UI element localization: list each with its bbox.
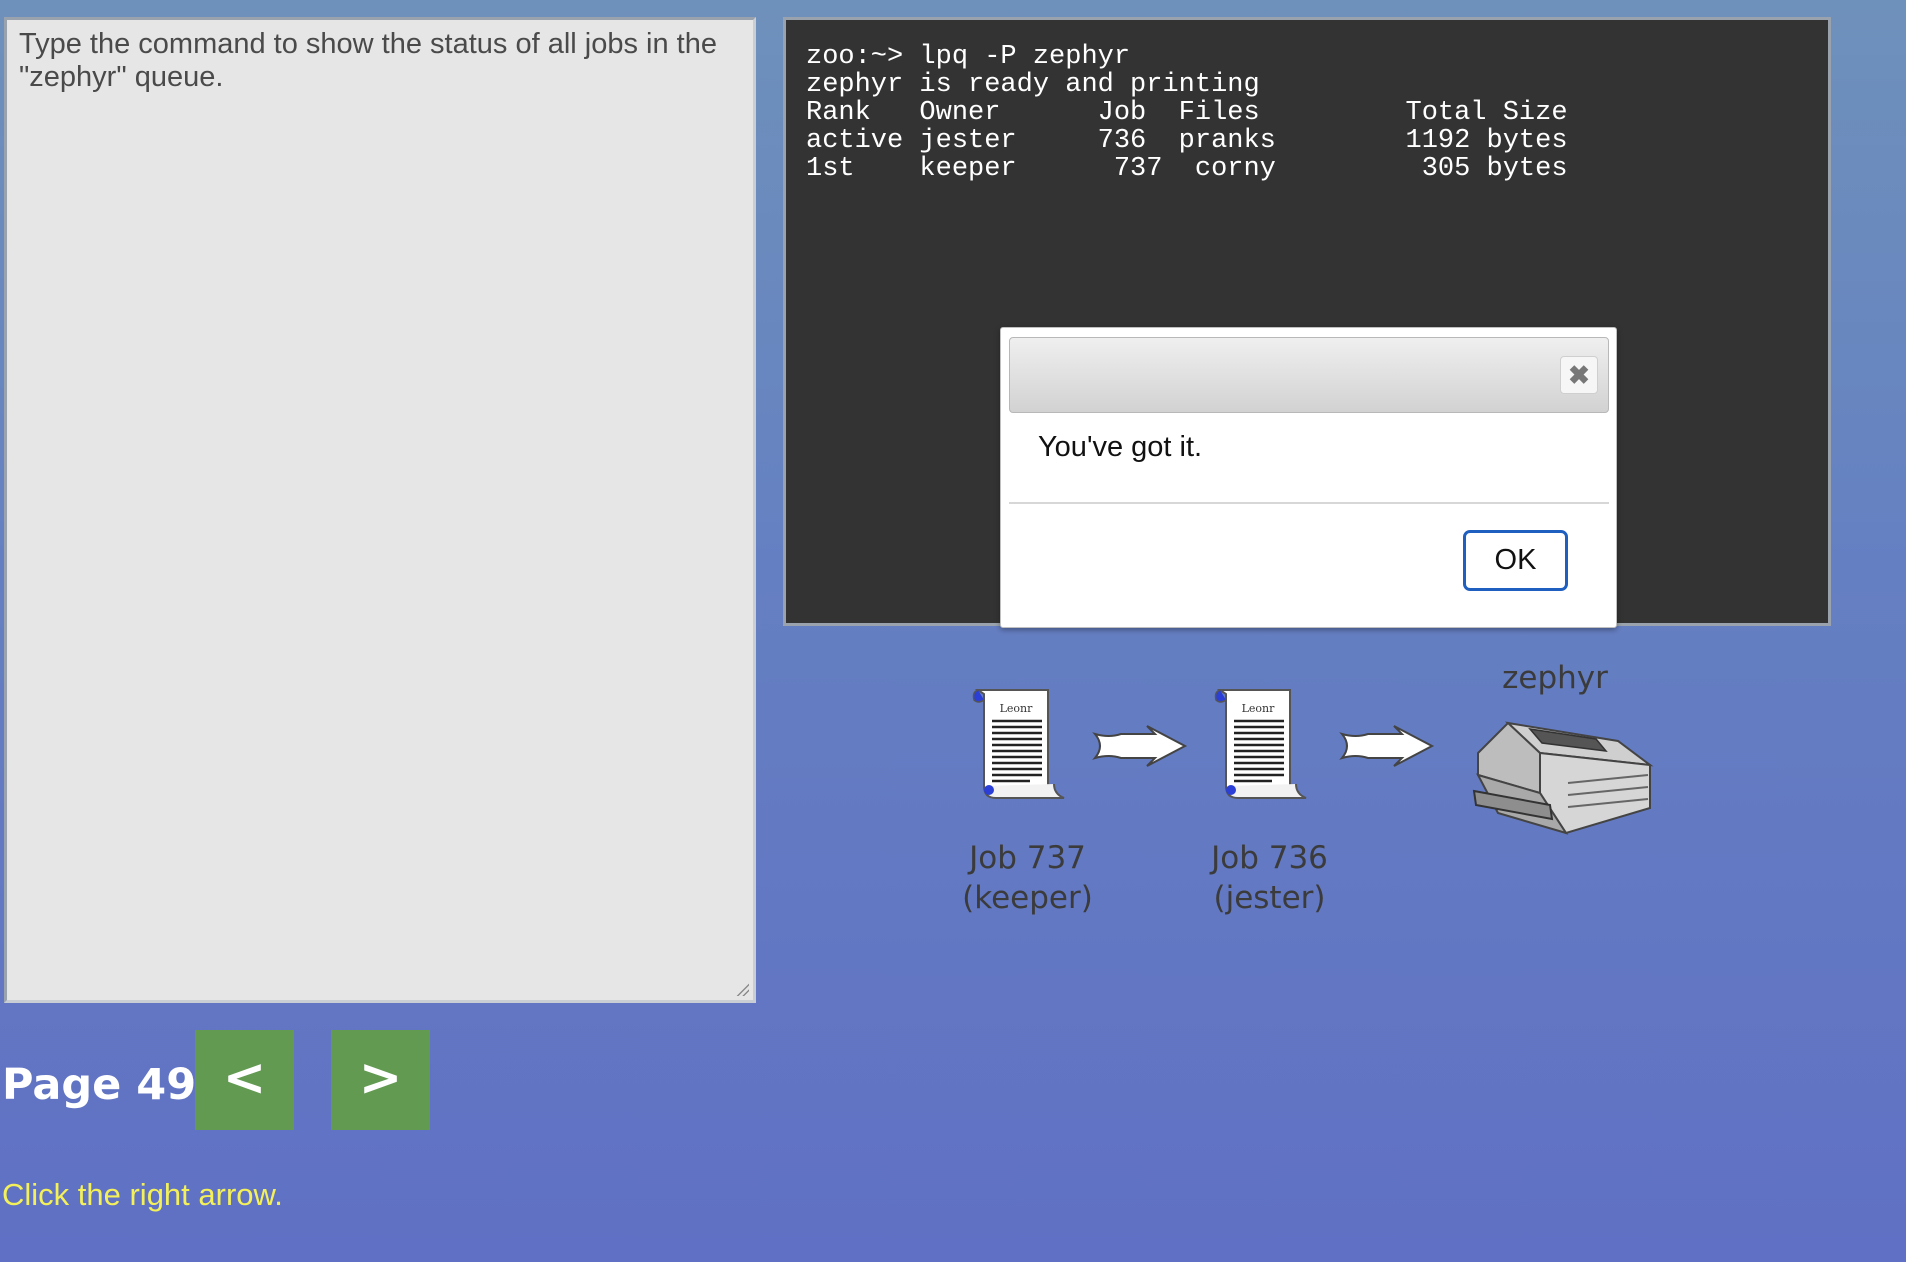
document-icon: Leonr [1214, 689, 1307, 799]
terminal-line: Rank Owner Job Files Total Size [806, 98, 1568, 128]
instructions-text: Type the command to show the status of a… [19, 28, 717, 93]
printer-icon [1472, 721, 1654, 835]
arrow-right-icon [1339, 725, 1435, 767]
resize-grip-icon[interactable] [735, 982, 749, 996]
print-queue-diagram: Leonr Leonr zephyr Job 737 (keeper) Job … [940, 648, 1680, 938]
printer-label: zephyr [1502, 660, 1608, 696]
alert-dialog: ✖ You've got it. OK [1000, 327, 1617, 628]
terminal-line: 1st keeper 737 corny 305 bytes [806, 154, 1568, 184]
prev-page-button[interactable]: < [195, 1030, 294, 1130]
job-number: Job 737 [969, 840, 1086, 876]
close-icon[interactable]: ✖ [1560, 356, 1598, 394]
document-header: Leonr [1000, 702, 1034, 715]
dialog-message: You've got it. [1038, 431, 1203, 463]
job-number: Job 736 [1211, 840, 1328, 876]
job-label: Job 736 (jester) [1197, 838, 1342, 918]
arrow-right-icon [1092, 725, 1188, 767]
instructions-textarea[interactable]: Type the command to show the status of a… [4, 17, 756, 1003]
hint-text: Click the right arrow. [2, 1177, 283, 1212]
dialog-titlebar[interactable]: ✖ [1009, 337, 1609, 413]
ok-button[interactable]: OK [1463, 530, 1568, 591]
dialog-divider [1009, 502, 1609, 504]
document-icon: Leonr [972, 689, 1065, 799]
document-header: Leonr [1242, 702, 1276, 715]
terminal-line: active jester 736 pranks 1192 bytes [806, 126, 1568, 156]
terminal-line: zephyr is ready and printing [806, 70, 1260, 100]
page-label: Page 49 [2, 1060, 197, 1110]
job-owner: (keeper) [962, 880, 1093, 916]
job-owner: (jester) [1213, 880, 1326, 916]
job-label: Job 737 (keeper) [955, 838, 1100, 918]
terminal-line: zoo:~> lpq -P zephyr [806, 42, 1131, 72]
next-page-button[interactable]: > [331, 1030, 430, 1130]
